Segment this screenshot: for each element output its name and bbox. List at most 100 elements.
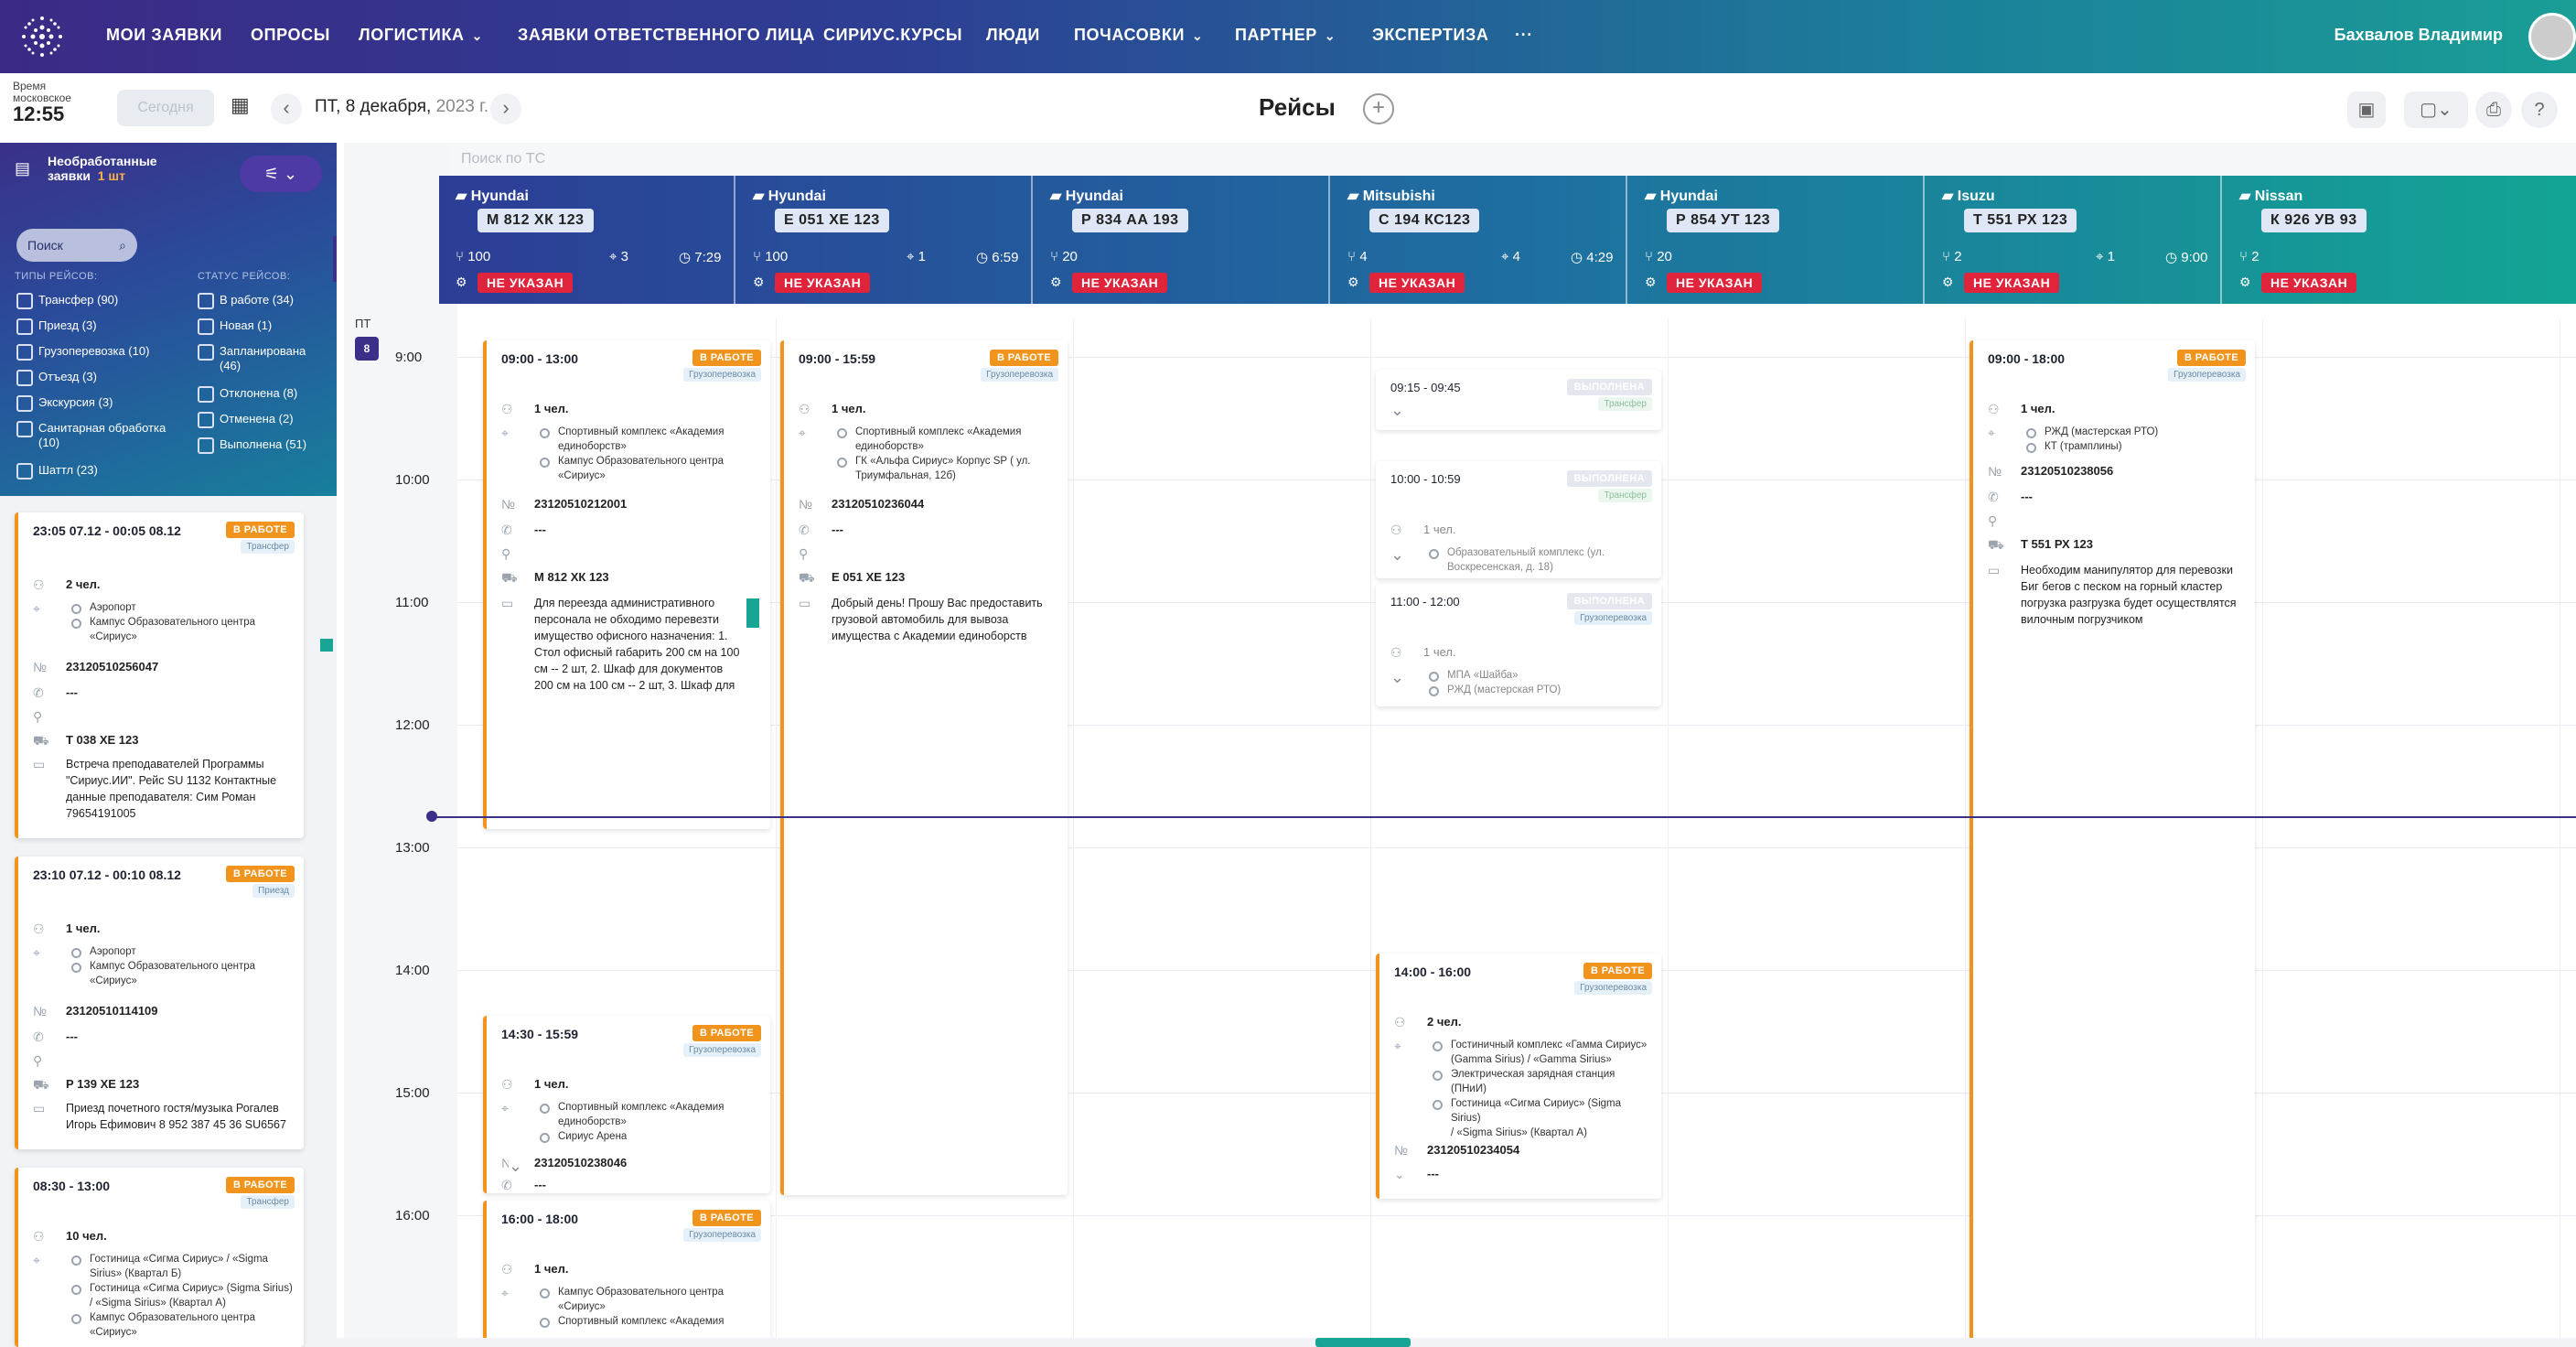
chevron-right-icon[interactable]: › [490, 93, 521, 124]
vehicle-column-header[interactable]: ▰ Isuzu Т 551 РХ 123 ⑂ 2 ⌖ 1 ◷ 9:00 ⚙ НЕ… [1926, 176, 2222, 304]
people-icon: ⚇ [501, 1077, 513, 1092]
people-row: ⚇ 2 чел. [33, 577, 295, 593]
bus-icon[interactable]: ▣ [2347, 92, 2386, 128]
nav-more[interactable]: ··· [1515, 26, 1533, 45]
vehicle-column-header[interactable]: ▰ Hyundai М 812 ХК 123 ⑂ 100 ⌖ 3 ◷ 7:29 … [439, 176, 735, 304]
export-icon[interactable]: ▢⌄ [2404, 92, 2468, 128]
driver-status-badge[interactable]: НЕ УКАЗАН [1964, 273, 2060, 293]
people-icon: ▤ [15, 159, 31, 178]
request-card[interactable]: 23:05 07.12 - 00:05 08.12 В РАБОТЕ Транс… [15, 512, 304, 838]
trip-card[interactable]: 14:00 - 16:00 В РАБОТЕ Грузоперевозка ⚇ 2… [1376, 954, 1661, 1199]
comment-row: ▭ Для переезда административного персонал… [501, 595, 761, 694]
chevron-down-icon[interactable]: ⌄ [509, 1157, 523, 1176]
status-checkbox[interactable]: Отклонена (8) [198, 386, 297, 403]
nav-partner[interactable]: ПАРТНЕР ⌄ [1235, 26, 1336, 45]
trip-card[interactable]: 09:00 - 15:59 В РАБОТЕ Грузоперевозка ⚇ 1… [780, 340, 1068, 1195]
vehicle-column-header[interactable]: ▰ Mitsubishi С 194 КС123 ⑂ 4 ⌖ 4 ◷ 4:29 … [1331, 176, 1627, 304]
status-checkbox[interactable]: Отменена (2) [198, 412, 294, 428]
nav-hourly[interactable]: ПОЧАСОВКИ ⌄ [1074, 26, 1203, 45]
type-checkbox[interactable]: Грузоперевозка (10) [16, 344, 149, 361]
route-to: Кампус Образовательного центра «Сириус» [66, 959, 295, 988]
type-checkbox[interactable]: Приезд (3) [16, 318, 97, 335]
hour-label: 16:00 [395, 1208, 430, 1223]
today-button[interactable]: Сегодня [117, 90, 214, 126]
plus-icon[interactable]: + [1363, 93, 1394, 124]
route-point-3: Кампус Образовательного центра [558, 456, 724, 467]
status-checkbox[interactable]: В работе (34) [198, 293, 294, 309]
comment-line: имущества с Академии единоборств [832, 630, 1027, 642]
type-checkbox[interactable]: Санитарная обработка (10) [16, 421, 166, 450]
driver-status-badge[interactable]: НЕ УКАЗАН [775, 273, 871, 293]
driver-status-badge[interactable]: НЕ УКАЗАН [1072, 273, 1168, 293]
driver-status-badge[interactable]: НЕ УКАЗАН [1667, 273, 1763, 293]
trip-card[interactable]: 11:00 - 12:00 ВЫПОЛНЕНА Грузоперевозка ⚇… [1376, 584, 1661, 706]
horizontal-scrollbar[interactable] [337, 1338, 2576, 1347]
request-time: 23:10 07.12 - 00:10 08.12 [33, 867, 181, 882]
vehicle-column-header[interactable]: ▰ Hyundai Е 051 ХЕ 123 ⑂ 100 ⌖ 1 ◷ 6:59 … [736, 176, 1033, 304]
help-icon[interactable]: ? [2521, 92, 2558, 128]
logo-icon[interactable] [15, 9, 70, 64]
type-checkbox[interactable]: Трансфер (90) [16, 293, 118, 309]
nav-surveys[interactable]: ОПРОСЫ [251, 26, 330, 45]
route-point-3: ГК «Альфа Сириус» Корпус SP ( ул. [855, 456, 1031, 467]
driver-status-badge[interactable]: НЕ УКАЗАН [478, 273, 574, 293]
trip-card[interactable]: 09:15 - 09:45 ВЫПОЛНЕНА Трансфер ⌄ [1376, 370, 1661, 430]
print-icon[interactable]: ⎙ [2475, 92, 2512, 128]
nav-my-requests[interactable]: МОИ ЗАЯВКИ [106, 26, 222, 45]
status-checkbox[interactable]: Выполнена (51) [198, 437, 306, 454]
car-row: ⛟ Т 038 ХЕ 123 [33, 732, 295, 749]
day-column: ПТ 8 [344, 143, 388, 1347]
trip-card[interactable]: 14:30 - 15:59 В РАБОТЕ Грузоперевозка ⚇ 1… [483, 1016, 770, 1193]
vehicle-column-header[interactable]: ▰ Nissan К 926 УВ 93 ⑂ 2 ⚙ НЕ УКАЗАН [2223, 176, 2576, 304]
route-row: ⌖ Гостиница «Сигма Сириус» / «Sigma Siriu… [33, 1252, 295, 1340]
chevron-left-icon[interactable]: ‹ [271, 93, 302, 124]
route-point: Образовательный комплекс (ул. Воскресенск… [1423, 545, 1652, 575]
chevron-down-icon[interactable]: ⌄ [1390, 401, 1404, 420]
user-name[interactable]: Бахвалов Владимир [2334, 26, 2503, 45]
ts-search-input[interactable]: Поиск по ТС [452, 143, 2576, 176]
people-count: 1 чел. [534, 1262, 569, 1276]
people-count: 1 чел. [2021, 402, 2055, 415]
trip-card[interactable]: 16:00 - 18:00 В РАБОТЕ Грузоперевозка ⚇ 1… [483, 1201, 770, 1347]
chevron-down-icon[interactable]: ⌄ [1394, 1166, 1405, 1182]
comment-line: вилочным погрузчиком [2021, 613, 2143, 626]
vehicle-plate: Р 854 УТ 123 [1667, 209, 1780, 232]
calendar-icon[interactable]: ▦ [231, 93, 250, 117]
filter-button[interactable]: ⚟ ⌄ [240, 156, 322, 192]
type-checkbox[interactable]: Отъезд (3) [16, 370, 97, 386]
vehicle-column-header[interactable]: ▰ Hyundai Р 854 УТ 123 ⑂ 20 ⚙ НЕ УКАЗАН [1628, 176, 1925, 304]
driver-status-badge[interactable]: НЕ УКАЗАН [1369, 273, 1465, 293]
trip-card[interactable]: 09:00 - 18:00 В РАБОТЕ Грузоперевозка ⚇ 1… [1970, 340, 2255, 1347]
request-card[interactable]: 08:30 - 13:00 В РАБОТЕ Трансфер ⚇ 10 чел.… [15, 1168, 304, 1347]
truck-icon: ▰ [1942, 189, 1954, 204]
search-input[interactable]: Поиск ⌕ [16, 229, 137, 262]
trip-count-value: 3 [620, 249, 628, 264]
status-checkbox[interactable]: Новая (1) [198, 318, 272, 335]
nav-expertise[interactable]: ЭКСПЕРТИЗА [1372, 26, 1488, 45]
clock-icon: ◷ [1571, 250, 1583, 265]
type-checkbox[interactable]: Шаттл (23) [16, 463, 98, 480]
request-card[interactable]: 23:10 07.12 - 00:10 08.12 В РАБОТЕ Приез… [15, 857, 304, 1149]
route-point-4: / «Sigma Sirius» (Квартал А) [90, 1298, 226, 1309]
seat-icon: ⑂ [2239, 249, 2249, 264]
trip-card[interactable]: 09:00 - 13:00 В РАБОТЕ Грузоперевозка ⚇ 1… [483, 340, 770, 829]
status-checkbox[interactable]: Запланирована (46) [198, 344, 306, 373]
route-point: Гостиничный комплекс «Гамма Сириус» (Gamm… [1427, 1038, 1652, 1067]
nav-sirius-courses[interactable]: СИРИУС.КУРСЫ [823, 26, 962, 45]
vehicle-column-header[interactable]: ▰ Hyundai Р 834 АА 193 ⑂ 20 ⚙ НЕ УКАЗАН [1034, 176, 1330, 304]
horizontal-scrollbar-thumb[interactable] [1315, 1338, 1411, 1347]
driver-status-badge[interactable]: НЕ УКАЗАН [2261, 273, 2357, 293]
nav-logistics[interactable]: ЛОГИСТИКА ⌄ [359, 26, 483, 45]
comment-line: "Сириус.ИИ". Рейс SU 1132 Контактные [66, 774, 277, 787]
type-checkbox[interactable]: Экскурсия (3) [16, 395, 113, 412]
work-hours-value: 6:59 [992, 250, 1019, 265]
nav-responsible-requests[interactable]: ЗАЯВКИ ОТВЕТСТВЕННОГО ЛИЦА [518, 26, 815, 45]
route-row: ⌖ Гостиничный комплекс «Гамма Сириус» (Ga… [1394, 1038, 1652, 1140]
scrollbar-thumb[interactable] [746, 598, 759, 628]
nav-people[interactable]: ЛЮДИ [986, 26, 1040, 45]
avatar[interactable] [2528, 13, 2576, 60]
seat-count-value: 2 [1954, 249, 1962, 264]
trip-card[interactable]: 10:00 - 10:59 ВЫПОЛНЕНА Трансфер ⚇ 1 чел.… [1376, 461, 1661, 578]
type-badge: Грузоперевозка [981, 368, 1058, 382]
gear-icon: ⚙ [456, 275, 467, 289]
